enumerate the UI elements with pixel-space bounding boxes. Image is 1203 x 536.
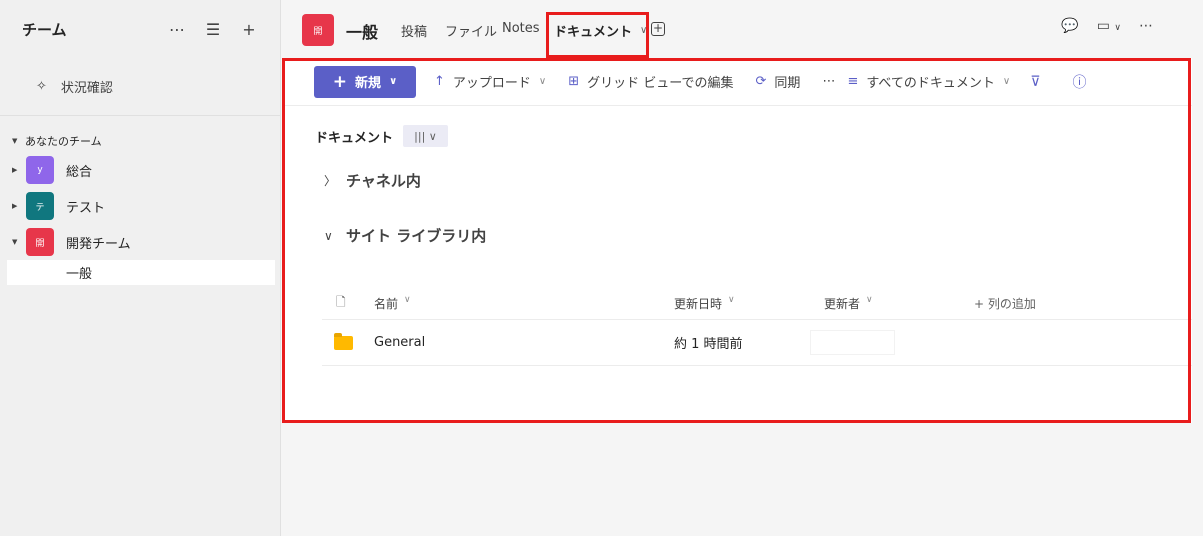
activity-item[interactable]: ✧ 状況確認 xyxy=(0,58,280,116)
sidebar-title: チーム xyxy=(22,20,67,39)
chevron-right-icon: 〉 xyxy=(324,174,337,188)
row-modified-by xyxy=(810,330,895,355)
section-in-channel[interactable]: 〉 チャネル内 xyxy=(324,170,421,191)
list-view-icon: ≡ xyxy=(847,74,859,89)
column-header-row: 🗋 名前 ∨ 更新日時 ∨ 更新者 ∨ + 列の追加 xyxy=(322,288,1192,320)
chat-icon[interactable]: 💬 xyxy=(1061,18,1078,34)
upload-label: アップロード xyxy=(452,76,531,91)
add-column-button[interactable]: + 列の追加 xyxy=(974,295,1036,312)
caret-right-icon: ▶ xyxy=(12,202,18,210)
tab-files[interactable]: ファイル xyxy=(445,21,497,40)
section-in-site-library[interactable]: ∨ サイト ライブラリ内 xyxy=(324,225,486,246)
row-name[interactable]: General xyxy=(374,335,674,350)
library-toolbar: + 新規 ∨ ↑ アップロード ∨ ⊞ グリッド ビューでの編集 ⟳ 同期 ⋯ … xyxy=(282,58,1192,106)
sync-icon: ⟳ xyxy=(755,74,767,89)
more-icon: ⋯ xyxy=(822,74,836,89)
info-icon[interactable]: ⓘ xyxy=(1073,72,1087,92)
new-button[interactable]: + 新規 ∨ xyxy=(314,65,416,98)
row-modified: 約 1 時間前 xyxy=(674,337,743,352)
chevron-down-icon: ∨ xyxy=(389,76,398,87)
main-content: + 新規 ∨ ↑ アップロード ∨ ⊞ グリッド ビューでの編集 ⟳ 同期 ⋯ … xyxy=(282,58,1203,536)
grid-edit-label: グリッド ビューでの編集 xyxy=(587,76,734,91)
team-name: テスト xyxy=(66,200,106,216)
team-avatar: テ xyxy=(26,192,54,220)
more-actions-button[interactable]: ⋯ xyxy=(822,74,835,89)
table-row[interactable]: General 約 1 時間前 xyxy=(322,320,1192,366)
library-view-icon[interactable]: ||| ∨ xyxy=(403,125,449,147)
sparkle-icon: ✧ xyxy=(36,79,47,94)
breadcrumb: ドキュメント ||| ∨ xyxy=(315,125,449,147)
sidebar-header: チーム ⋯ ☰ + xyxy=(0,0,280,58)
your-teams-group[interactable]: ▼ あなたのチーム xyxy=(0,134,280,148)
tab-notes[interactable]: Notes xyxy=(502,21,540,36)
section-label: チャネル内 xyxy=(346,172,421,190)
channel-item-general[interactable]: 一般 xyxy=(7,260,275,285)
team-avatar: 開 xyxy=(302,14,334,46)
sync-label: 同期 xyxy=(774,76,801,91)
grid-icon: ⊞ xyxy=(568,74,580,89)
caret-down-icon: ▼ xyxy=(12,137,18,145)
team-avatar: y xyxy=(26,156,54,184)
more-icon[interactable]: ⋯ xyxy=(1139,18,1153,34)
view-selector[interactable]: ≡ すべてのドキュメント ∨ xyxy=(847,72,1010,91)
chevron-down-icon: ∨ xyxy=(538,76,547,87)
team-item-test[interactable]: ▶ テ テスト xyxy=(0,188,280,224)
video-call-icon[interactable]: ▭ ∨ xyxy=(1097,18,1121,34)
column-modified[interactable]: 更新日時 ∨ xyxy=(674,295,824,312)
team-item-general[interactable]: ▶ y 総合 xyxy=(0,152,280,188)
plus-icon: + xyxy=(332,71,348,92)
chevron-down-icon: ∨ xyxy=(324,228,333,243)
teams-sidebar: チーム ⋯ ☰ + ✧ 状況確認 ▼ あなたのチーム ▶ y 総合 ▶ テ テス… xyxy=(0,0,281,536)
grid-edit-button[interactable]: ⊞ グリッド ビューでの編集 xyxy=(568,72,733,91)
new-label: 新規 xyxy=(355,76,382,91)
chevron-down-icon: ∨ xyxy=(1002,76,1011,87)
breadcrumb-documents[interactable]: ドキュメント xyxy=(315,127,393,146)
caret-down-icon: ▼ xyxy=(12,238,18,246)
team-name: 開発チーム xyxy=(66,236,131,252)
team-avatar: 開 xyxy=(26,228,54,256)
tab-posts[interactable]: 投稿 xyxy=(401,21,427,40)
filter-icon[interactable]: ⊽ xyxy=(1030,74,1040,90)
folder-icon xyxy=(334,332,353,350)
upload-button[interactable]: ↑ アップロード ∨ xyxy=(434,72,546,91)
column-modified-by[interactable]: 更新者 ∨ xyxy=(824,295,974,312)
sync-button[interactable]: ⟳ 同期 xyxy=(756,72,801,91)
chevron-down-icon: ∨ xyxy=(640,25,648,36)
tab-documents-label: ドキュメント xyxy=(554,25,633,40)
file-type-icon[interactable]: 🗋 xyxy=(322,293,374,314)
view-label: すべてのドキュメント xyxy=(866,76,995,91)
add-tab-icon[interactable]: + xyxy=(651,22,665,36)
team-item-dev[interactable]: ▼ 開 開発チーム xyxy=(0,224,280,260)
team-name: 総合 xyxy=(66,164,93,180)
upload-icon: ↑ xyxy=(434,74,445,89)
section-label: サイト ライブラリ内 xyxy=(346,227,487,245)
channel-header: 開 一般 投稿 ファイル Notes ドキュメント ∨ + 💬 ▭ ∨ ⋯ xyxy=(282,0,1203,58)
filter-icon[interactable]: ☰ xyxy=(204,20,222,39)
channel-title: 一般 xyxy=(346,23,379,42)
group-label: あなたのチーム xyxy=(25,135,102,148)
document-library: + 新規 ∨ ↑ アップロード ∨ ⊞ グリッド ビューでの編集 ⟳ 同期 ⋯ … xyxy=(282,58,1192,423)
caret-right-icon: ▶ xyxy=(12,166,18,174)
add-icon[interactable]: + xyxy=(240,20,258,39)
more-options-icon[interactable]: ⋯ xyxy=(168,20,186,39)
column-name[interactable]: 名前 ∨ xyxy=(374,295,674,312)
activity-label: 状況確認 xyxy=(60,81,113,96)
tab-documents[interactable]: ドキュメント ∨ xyxy=(554,21,647,40)
